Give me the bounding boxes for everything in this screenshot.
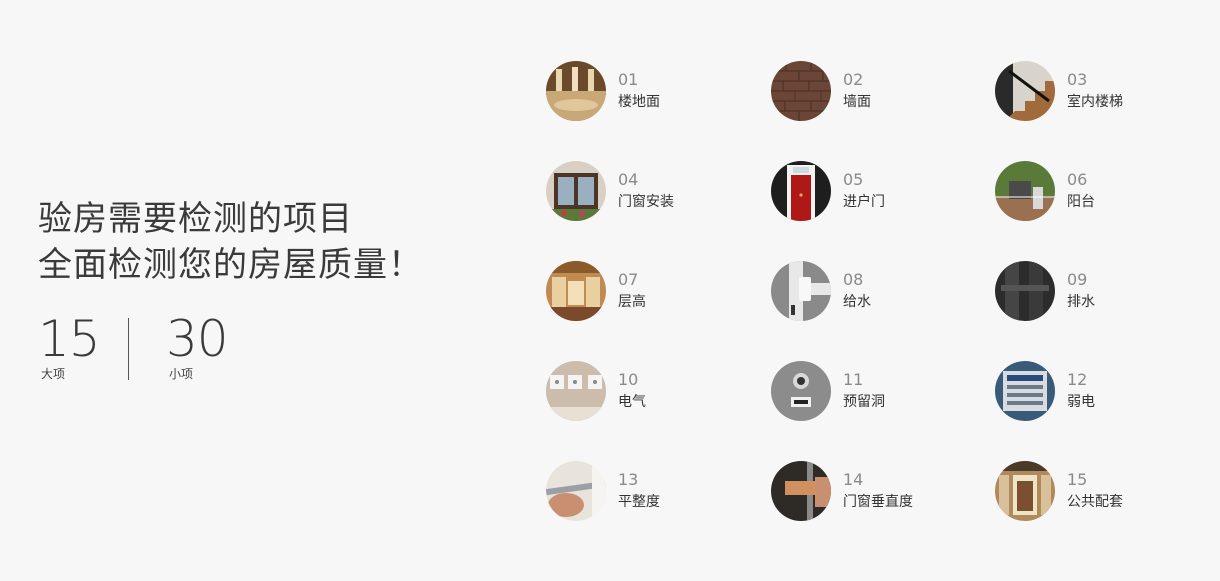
flatness-tool-photo-icon bbox=[546, 461, 606, 521]
inspection-item-12[interactable]: 12 弱电 bbox=[995, 361, 1205, 423]
item-index: 08 bbox=[843, 270, 864, 289]
headline-line-1: 验房需要检测的项目 bbox=[38, 199, 353, 239]
stairs-photo-icon bbox=[995, 61, 1055, 121]
item-label: 公共配套 bbox=[1067, 494, 1123, 510]
inspection-item-03[interactable]: 03 室内楼梯 bbox=[995, 61, 1205, 123]
item-index: 11 bbox=[843, 370, 864, 389]
reserved-hole-photo-icon bbox=[771, 361, 831, 421]
stat-number: 15 bbox=[38, 310, 101, 368]
item-index: 09 bbox=[1067, 270, 1088, 289]
balcony-photo-icon bbox=[995, 161, 1055, 221]
item-label: 门窗安装 bbox=[618, 194, 674, 210]
inspection-item-15[interactable]: 15 公共配套 bbox=[995, 461, 1205, 523]
stat-major-items: 15 大项 bbox=[38, 310, 101, 382]
verticality-tool-photo-icon bbox=[771, 461, 831, 521]
item-label: 阳台 bbox=[1067, 194, 1095, 210]
inspection-item-10[interactable]: 10 电气 bbox=[546, 361, 756, 423]
item-index: 15 bbox=[1067, 470, 1088, 489]
item-label: 墙面 bbox=[843, 94, 871, 110]
item-index: 02 bbox=[843, 70, 864, 89]
inspection-item-04[interactable]: 04 门窗安装 bbox=[546, 161, 756, 223]
item-label: 给水 bbox=[843, 294, 871, 310]
item-index: 10 bbox=[618, 370, 639, 389]
window-photo-icon bbox=[546, 161, 606, 221]
item-label: 层高 bbox=[618, 294, 646, 310]
inspection-item-01[interactable]: 01 楼地面 bbox=[546, 61, 756, 123]
item-label: 预留洞 bbox=[843, 394, 885, 410]
weak-current-box-photo-icon bbox=[995, 361, 1055, 421]
item-label: 门窗垂直度 bbox=[843, 494, 913, 510]
inspection-items-grid: 01 楼地面 02 墙面 03 室内楼梯 04 门窗安装 05 进户门 06 阳… bbox=[546, 61, 1206, 531]
item-index: 14 bbox=[843, 470, 864, 489]
stat-unit: 小项 bbox=[169, 367, 194, 381]
public-facility-photo-icon bbox=[995, 461, 1055, 521]
inspection-item-06[interactable]: 06 阳台 bbox=[995, 161, 1205, 223]
item-index: 13 bbox=[618, 470, 639, 489]
item-label: 进户门 bbox=[843, 194, 885, 210]
item-label: 排水 bbox=[1067, 294, 1095, 310]
floor-photo-icon bbox=[546, 61, 606, 121]
inspection-item-07[interactable]: 07 层高 bbox=[546, 261, 756, 323]
front-door-photo-icon bbox=[771, 161, 831, 221]
item-label: 平整度 bbox=[618, 494, 660, 510]
item-label: 室内楼梯 bbox=[1067, 94, 1123, 110]
stats: 15 大项 30 小项 bbox=[38, 312, 298, 382]
stat-number: 30 bbox=[166, 310, 229, 368]
inspection-item-05[interactable]: 05 进户门 bbox=[771, 161, 981, 223]
stats-divider bbox=[128, 318, 129, 380]
item-index: 03 bbox=[1067, 70, 1088, 89]
drain-pipe-photo-icon bbox=[995, 261, 1055, 321]
item-label: 弱电 bbox=[1067, 394, 1095, 410]
water-supply-pipe-photo-icon bbox=[771, 261, 831, 321]
brick-wall-photo-icon bbox=[771, 61, 831, 121]
headline: 验房需要检测的项目 全面检测您的房屋质量！ bbox=[38, 196, 478, 288]
item-label: 楼地面 bbox=[618, 94, 660, 110]
item-index: 06 bbox=[1067, 170, 1088, 189]
item-index: 01 bbox=[618, 70, 639, 89]
inspection-item-02[interactable]: 02 墙面 bbox=[771, 61, 981, 123]
item-index: 07 bbox=[618, 270, 639, 289]
inspection-item-09[interactable]: 09 排水 bbox=[995, 261, 1205, 323]
headline-line-2: 全面检测您的房屋质量！ bbox=[38, 245, 423, 285]
inspection-item-13[interactable]: 13 平整度 bbox=[546, 461, 756, 523]
item-index: 04 bbox=[618, 170, 639, 189]
inspection-item-11[interactable]: 11 预留洞 bbox=[771, 361, 981, 423]
item-label: 电气 bbox=[618, 394, 646, 410]
inspection-item-08[interactable]: 08 给水 bbox=[771, 261, 981, 323]
stat-unit: 大项 bbox=[41, 367, 66, 381]
interior-height-photo-icon bbox=[546, 261, 606, 321]
inspection-item-14[interactable]: 14 门窗垂直度 bbox=[771, 461, 981, 523]
item-index: 05 bbox=[843, 170, 864, 189]
item-index: 12 bbox=[1067, 370, 1088, 389]
stat-minor-items: 30 小项 bbox=[166, 310, 229, 382]
electrical-outlet-photo-icon bbox=[546, 361, 606, 421]
